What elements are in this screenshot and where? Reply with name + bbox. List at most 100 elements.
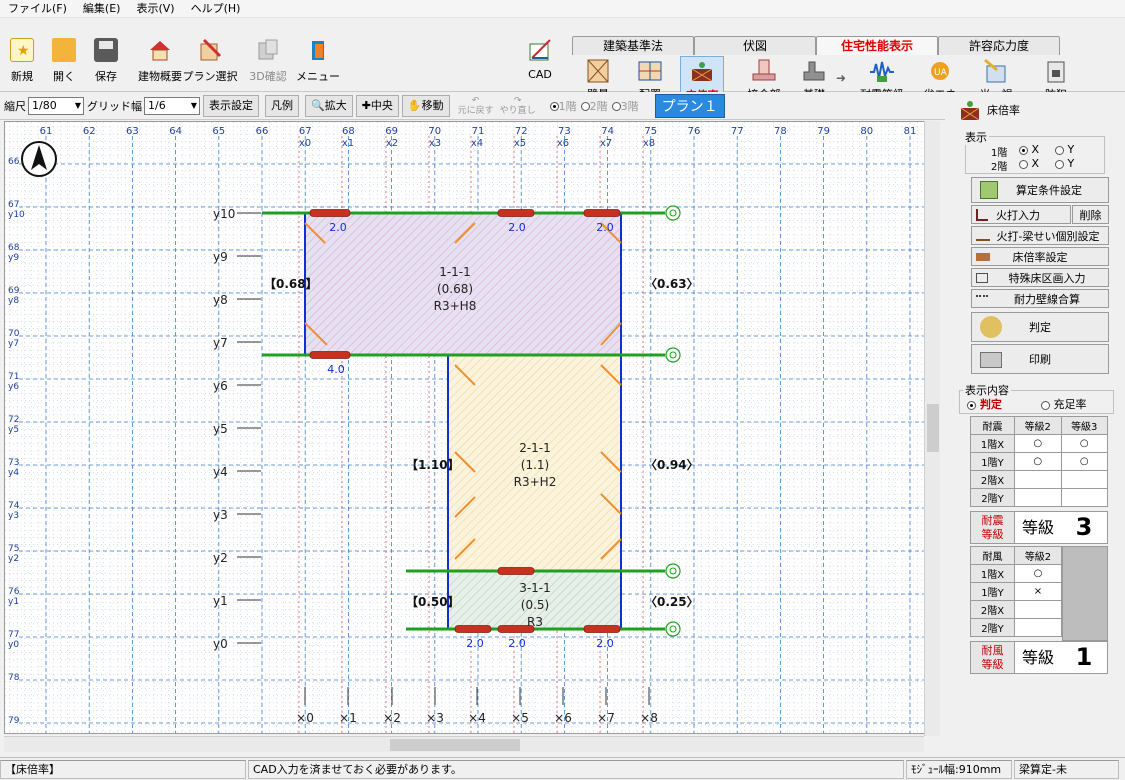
- tab-housing-performance[interactable]: 住宅性能表示: [816, 36, 938, 55]
- undo-button[interactable]: ↶ 元に戻す: [458, 96, 494, 116]
- cad-button[interactable]: CAD: [520, 34, 560, 90]
- beam-marker: [583, 209, 621, 217]
- zoom-button[interactable]: 🔍拡大: [305, 94, 353, 117]
- horizontal-scrollbar[interactable]: [4, 736, 924, 752]
- table-row: 1階Y ×: [970, 582, 1062, 601]
- calc-condition-button[interactable]: 算定条件設定: [971, 177, 1109, 203]
- building-overview-button[interactable]: 建物概要: [138, 34, 182, 90]
- scale-label: 縮尺: [4, 99, 26, 113]
- open-button[interactable]: 開く: [44, 34, 84, 90]
- special-floor-input-button[interactable]: 特殊床区画入力: [971, 268, 1109, 287]
- ruler-label-left: 72: [8, 415, 19, 425]
- y-axis-label: y1: [213, 594, 228, 608]
- move-button[interactable]: ✋移動: [401, 94, 450, 117]
- print-button[interactable]: 印刷: [971, 344, 1109, 374]
- hiuchi-beam-setting-button[interactable]: 火打-梁せい個別設定: [971, 226, 1109, 245]
- floor-radio-3[interactable]: 3階: [611, 98, 639, 114]
- center-button[interactable]: ✚中央: [355, 94, 399, 117]
- judge-button[interactable]: 判定: [971, 312, 1109, 342]
- ruler-label-left: 73: [8, 458, 19, 468]
- ruler-label-left: 76: [8, 587, 20, 597]
- tab-framing[interactable]: 伏図: [694, 36, 816, 55]
- save-button[interactable]: 保存: [86, 34, 126, 90]
- stack-icon: [976, 253, 990, 261]
- menu-button[interactable]: メニュー: [296, 34, 340, 90]
- scale-select[interactable]: 1/80: [28, 96, 84, 115]
- legend-button[interactable]: 凡例: [265, 94, 299, 117]
- menu-door-icon: [306, 38, 330, 62]
- y-axis-label: y7: [213, 336, 228, 350]
- grid-box-icon: [976, 273, 988, 283]
- redo-button[interactable]: ↷ やり直し: [500, 96, 536, 116]
- panel-title: 床倍率: [987, 104, 1020, 117]
- plan-select-icon: [198, 38, 222, 62]
- menu-edit[interactable]: 編集(E): [75, 0, 129, 18]
- ruler-label-top: 76: [688, 126, 701, 137]
- hiuchi-input-button[interactable]: 火打入力: [971, 205, 1071, 224]
- display-1f-x-radio[interactable]: X: [1019, 143, 1039, 156]
- center-icon: ✚: [361, 98, 371, 112]
- ruler-label-left: 78: [8, 673, 20, 683]
- new-button[interactable]: ★ 新規: [2, 34, 42, 90]
- plan-select-button[interactable]: プラン選択: [183, 34, 238, 90]
- seismic-grade-label: 耐震 等級: [971, 512, 1015, 543]
- zone-id-label: 2-1-1: [519, 441, 551, 455]
- grid-label: グリッド幅: [87, 99, 142, 113]
- wall-line-merge-button[interactable]: 耐力壁線合算: [971, 289, 1109, 308]
- display-group-label: 表示: [963, 129, 989, 145]
- wind-grade-word: 等級: [1021, 648, 1054, 667]
- tab-allowable-stress[interactable]: 許容応力度: [938, 36, 1060, 55]
- status-beam-calc: 梁算定-未: [1014, 759, 1119, 779]
- display-2f-x-radio[interactable]: X: [1019, 157, 1039, 170]
- undo-icon: ↶: [471, 95, 480, 106]
- zone-left-ratio: 【0.50】: [406, 594, 460, 609]
- seismic-grade3-header: 等級3: [1060, 416, 1108, 435]
- ruler-label-left: 67: [8, 200, 19, 210]
- grid-width-select[interactable]: 1/6: [144, 96, 200, 115]
- 3d-view-button[interactable]: 3D確認: [248, 34, 288, 90]
- table-row: 1階X ○ ○: [970, 434, 1108, 453]
- floor-ratio-panel-icon: [959, 100, 981, 122]
- y-axis-label: y8: [213, 293, 228, 307]
- beam-value-label: 2.0: [329, 221, 347, 234]
- ruler-label-left: 70: [8, 329, 20, 339]
- menu-view[interactable]: 表示(V): [128, 0, 182, 18]
- x-axis-label-bottom: ×1: [339, 711, 357, 725]
- security-lock-icon: [1043, 58, 1069, 84]
- brace-icon: [976, 208, 988, 221]
- beam-marker: [309, 209, 351, 217]
- table-row: 2階X: [970, 600, 1062, 619]
- vertical-scrollbar[interactable]: [924, 121, 940, 736]
- menu-bar: ファイル(F) 編集(E) 表示(V) ヘルプ(H): [0, 0, 1125, 18]
- floor-radio-1[interactable]: 1階: [549, 98, 577, 114]
- table-row: 1階X ○: [970, 564, 1062, 583]
- main-toolbar: ★ 新規 開く 保存 建物概要 プラン選択 3D確認 メニュー CAD 建築基準…: [0, 18, 1125, 102]
- floor-ratio-icon: [689, 59, 715, 85]
- menu-file[interactable]: ファイル(F): [0, 0, 75, 18]
- energy-saving-icon: UA: [927, 58, 953, 84]
- status-bar: 【床倍率】 CAD入力を済ませておく必要があります。 ﾓｼﾞｭｰﾙ幅:910mm…: [0, 757, 1125, 780]
- display-2f-y-radio[interactable]: Y: [1055, 157, 1074, 170]
- ruler-label-top: 80: [860, 126, 873, 137]
- display-settings-button[interactable]: 表示設定: [203, 94, 259, 117]
- vertical-scroll-thumb[interactable]: [927, 404, 939, 452]
- content-judge-radio[interactable]: 判定: [967, 396, 1002, 412]
- wind-grade2-header: 等級2: [1014, 546, 1062, 565]
- horizontal-scroll-thumb[interactable]: [390, 739, 520, 751]
- drawing-canvas[interactable]: 61 62 63 64 65 66 67 68 69 70 71 72 73 74 75 76 77 78 79 80…: [4, 121, 940, 734]
- display-1f-y-radio[interactable]: Y: [1055, 143, 1074, 156]
- floor-ratio-setting-button[interactable]: 床倍率設定: [971, 247, 1109, 266]
- plan-tab[interactable]: プラン１: [654, 93, 725, 118]
- ruler-label-left-y: y6: [8, 382, 19, 392]
- content-sufficiency-radio[interactable]: 充足率: [1041, 396, 1087, 412]
- tab-building-standards[interactable]: 建築基準法: [572, 36, 694, 55]
- floor-radio-2[interactable]: 2階: [580, 98, 608, 114]
- beam-bars-icon: [976, 231, 990, 241]
- x-axis-label-bottom: ×8: [640, 711, 658, 725]
- delete-button[interactable]: 削除: [1072, 205, 1109, 224]
- ruler-label-top: 72: [515, 126, 528, 137]
- y-axis-label: y5: [213, 422, 228, 436]
- wind-grade-number: 1: [1075, 643, 1093, 671]
- beam-end-marker: [665, 205, 681, 221]
- menu-help[interactable]: ヘルプ(H): [183, 0, 249, 18]
